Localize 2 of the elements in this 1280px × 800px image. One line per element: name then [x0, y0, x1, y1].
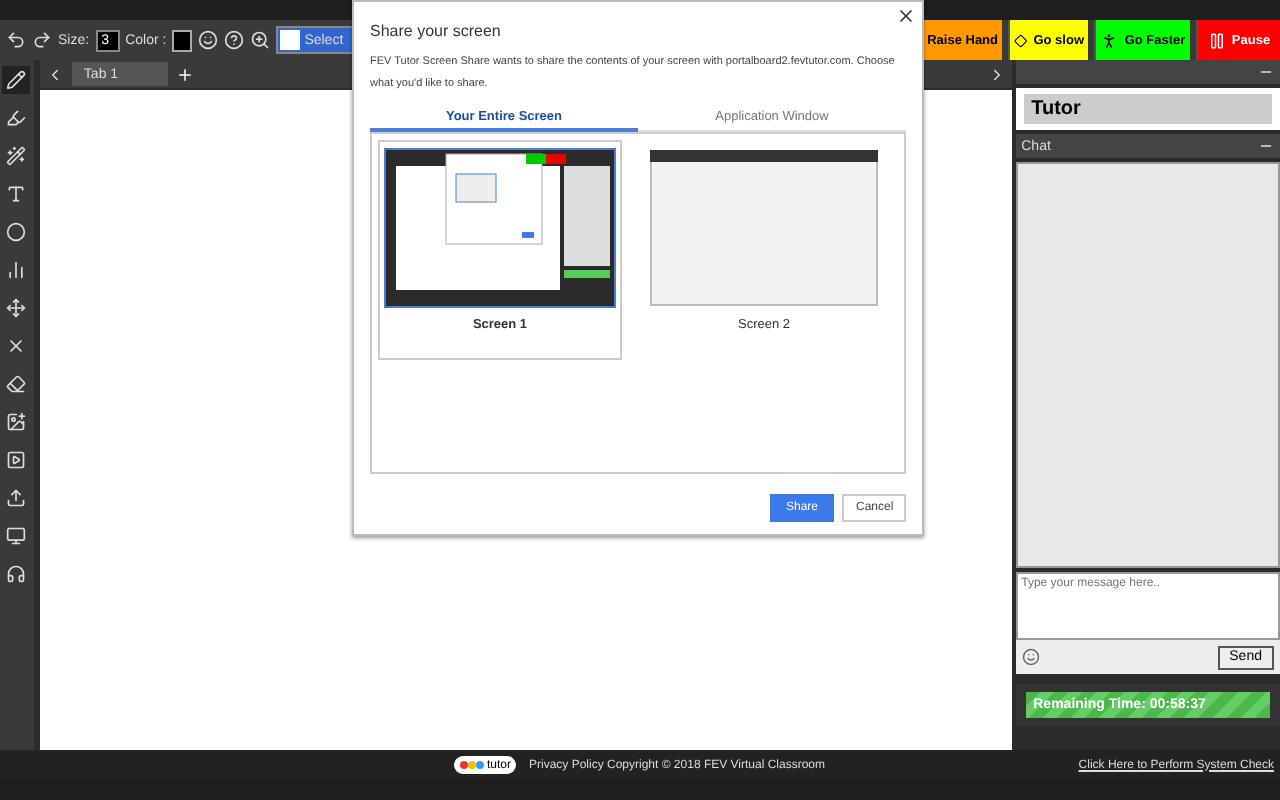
tutor-name: Tutor: [1023, 94, 1272, 124]
dialog-title: Share your screen: [370, 22, 503, 40]
